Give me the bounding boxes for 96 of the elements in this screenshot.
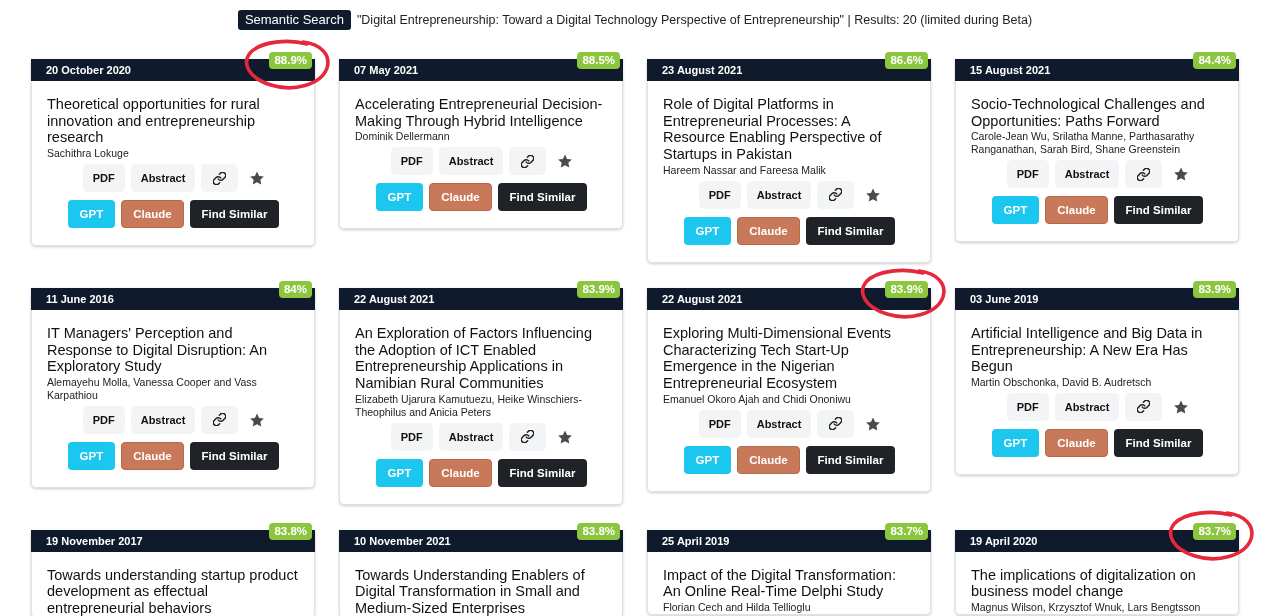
star-icon[interactable] (866, 416, 881, 431)
paper-title: Socio-Technological Challenges and Opportunities: Paths Forward (971, 96, 1206, 130)
query-summary: "Digital Entrepreneurship: Toward a Digital Technology Perspective of Entrepreneurship" | Results: 20 (limited during Beta) (356, 13, 1033, 27)
star-icon[interactable] (1174, 399, 1189, 414)
link-button[interactable] (817, 180, 855, 209)
author-list: Dominik Dellermann (355, 130, 608, 144)
paper-title: Role of Digital Platforms in Entrepreneurial Processes: A Resource Enabling Perspective of Startups in Pakistan (663, 96, 883, 163)
abstract-button[interactable]: Abstract (1054, 392, 1120, 421)
date-label: 10 November 2021 (354, 534, 451, 547)
author-list: Elizabeth Ujarura Kamutuezu, Heike Winschiers-Theophilus and Anicia Peters (355, 392, 608, 419)
score-badge: 83.7% (885, 522, 928, 540)
star-icon[interactable] (866, 187, 881, 202)
link-button[interactable] (817, 409, 855, 438)
score-badge: 83.8% (269, 522, 312, 540)
score-badge: 83.7% (1193, 522, 1236, 540)
find-similar-button[interactable]: Find Similar (497, 183, 588, 212)
author-list: Alemayehu Molla, Vanessa Cooper and Vass Karpathiou (47, 375, 300, 402)
pdf-button[interactable]: PDF (390, 147, 433, 176)
date-label: 11 June 2016 (46, 292, 114, 305)
link-button[interactable] (509, 422, 547, 451)
paper-title: Impact of the Digital Transformation: An Online Real-Time Delphi Study (663, 566, 897, 601)
pdf-button[interactable]: PDF (82, 405, 125, 434)
author-list: Sachithra Lokuge (47, 147, 300, 161)
find-similar-button[interactable]: Find Similar (1113, 196, 1204, 225)
paper-title: Towards understanding startup product development as effectual entrepreneurial behaviors (47, 566, 299, 616)
score-badge: 84% (278, 280, 312, 298)
date-label: 22 August 2021 (662, 292, 743, 305)
pdf-button[interactable]: PDF (82, 164, 125, 193)
score-badge: 83.9% (1193, 280, 1236, 298)
abstract-button[interactable]: Abstract (438, 147, 504, 176)
pdf-button[interactable]: PDF (1006, 392, 1049, 421)
score-badge: 88.9% (269, 52, 312, 69)
paper-title: Accelerating Entrepreneurial Decision-Making Through Hybrid Intelligence (355, 96, 604, 130)
date-label: 20 October 2020 (46, 64, 131, 76)
date-label: 25 April 2019 (662, 534, 730, 547)
find-similar-button[interactable]: Find Similar (189, 200, 280, 229)
abstract-button[interactable]: Abstract (130, 405, 196, 434)
date-label: 22 August 2021 (354, 292, 435, 305)
abstract-button[interactable]: Abstract (746, 409, 812, 438)
author-list: Florian Cech and Hilda Tellioglu (663, 601, 916, 615)
link-button[interactable] (509, 147, 547, 176)
date-label: 23 August 2021 (662, 64, 743, 76)
find-similar-button[interactable]: Find Similar (1113, 428, 1204, 457)
pdf-button[interactable]: PDF (698, 180, 741, 209)
date-label: 07 May 2021 (354, 64, 419, 76)
paper-title: Exploring Multi-Dimensional Events Characterizing Tech Start-Up Emergence in the Nigerian Entrepreneurial Ecosystem (663, 324, 893, 392)
paper-title: Towards Understanding Enablers of Digital Transformation in Small and Medium-Sized Enterprises (355, 566, 586, 616)
abstract-button[interactable]: Abstract (130, 164, 196, 193)
abstract-button[interactable]: Abstract (438, 422, 504, 451)
score-badge: 88.5% (577, 52, 620, 69)
pdf-button[interactable]: PDF (1006, 160, 1049, 189)
link-icon (213, 171, 227, 185)
abstract-button[interactable]: Abstract (1054, 160, 1120, 189)
pdf-button[interactable]: PDF (390, 422, 433, 451)
star-icon[interactable] (250, 412, 265, 427)
pdf-button[interactable]: PDF (698, 409, 741, 438)
score-badge: 86.6% (885, 52, 928, 69)
paper-title: An Exploration of Factors Influencing the Adoption of ICT Enabled Entrepreneurship Applications in Namibian Rural Communities (355, 324, 593, 392)
link-icon (1137, 400, 1151, 414)
date-label: 19 November 2017 (46, 534, 143, 547)
link-button[interactable] (1125, 160, 1163, 189)
search-mode-label: Semantic Search (237, 10, 351, 30)
author-list: Hareem Nassar and Fareesa Malik (663, 163, 916, 177)
abstract-button[interactable]: Abstract (746, 180, 812, 209)
link-icon (521, 430, 535, 444)
star-icon[interactable] (558, 429, 573, 444)
find-similar-button[interactable]: Find Similar (497, 458, 588, 487)
score-badge: 83.8% (577, 522, 620, 540)
author-list: Carole-Jean Wu, Srilatha Manne, Parthasarathy Ranganathan, Sarah Bird, Shane Greenstein (971, 130, 1224, 157)
find-similar-button[interactable]: Find Similar (805, 216, 896, 245)
author-list: Emanuel Okoro Ajah and Chidi Ononiwu (663, 392, 916, 406)
link-icon (1137, 167, 1151, 181)
link-button[interactable] (201, 405, 239, 434)
author-list: Magnus Wilson, Krzysztof Wnuk, Lars Bengtsson (971, 601, 1224, 615)
date-label: 19 April 2020 (970, 534, 1038, 547)
link-icon (521, 154, 535, 168)
link-icon (213, 413, 227, 427)
star-icon[interactable] (250, 171, 265, 186)
link-button[interactable] (201, 164, 239, 193)
find-similar-button[interactable]: Find Similar (189, 441, 280, 470)
author-list: Martin Obschonka, David B. Audretsch (971, 375, 1224, 389)
paper-title: Theoretical opportunities for rural innovation and entrepreneurship research (47, 96, 261, 147)
score-badge: 84.4% (1193, 52, 1236, 69)
link-icon (829, 417, 843, 431)
date-label: 03 June 2019 (970, 292, 1039, 305)
paper-title: Artificial Intelligence and Big Data in Entrepreneurship: A New Era Has Begun (971, 324, 1204, 375)
paper-title: The implications of digitalization on business model change (971, 566, 1197, 601)
star-icon[interactable] (558, 154, 573, 169)
link-icon (829, 188, 843, 202)
score-badge: 83.9% (885, 280, 928, 298)
star-icon[interactable] (1174, 167, 1189, 182)
link-button[interactable] (1125, 392, 1163, 421)
date-label: 15 August 2021 (970, 64, 1051, 76)
find-similar-button[interactable]: Find Similar (805, 445, 896, 474)
paper-title: IT Managers' Perception and Response to Digital Disruption: An Exploratory Study (47, 324, 269, 375)
score-badge: 83.9% (577, 280, 620, 298)
